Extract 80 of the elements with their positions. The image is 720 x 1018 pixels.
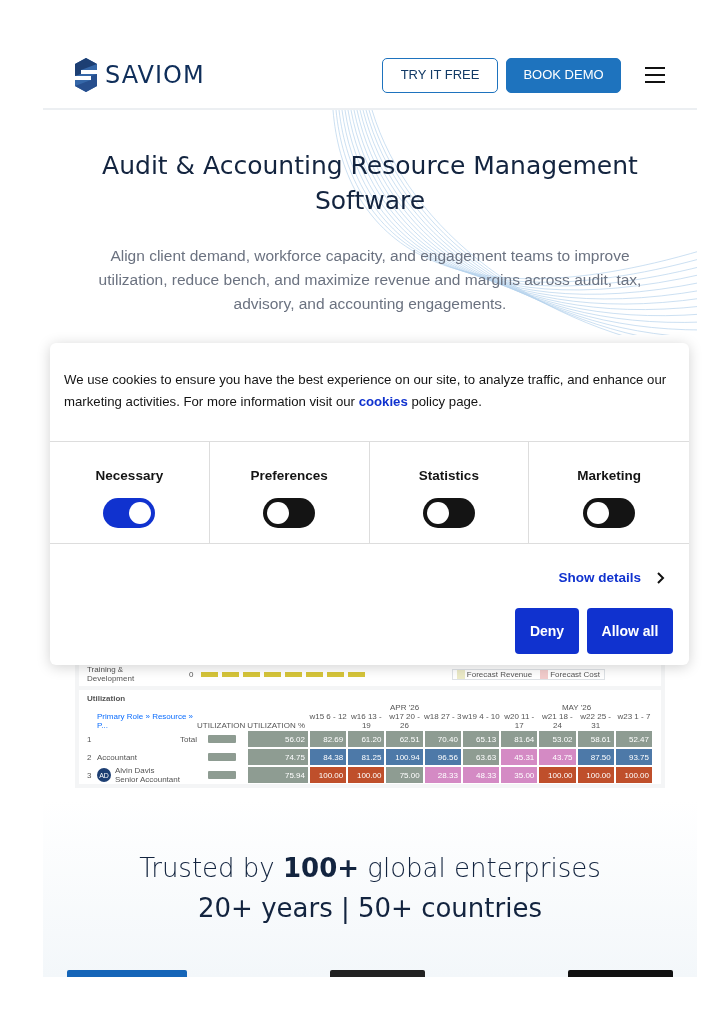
week-header: w19 4 - 10 — [461, 712, 501, 723]
category-label: Necessary — [94, 467, 165, 485]
week-header: w15 6 - 12 — [309, 712, 348, 723]
utilization-cell: 100.94 — [385, 748, 424, 766]
grouping-dropdown[interactable]: Primary Role » Resource » P... — [97, 712, 197, 730]
week-header: w21 18 - 24 — [541, 712, 574, 730]
utilization-cell: 87.50 — [576, 748, 615, 766]
page-title: Audit & Accounting Resource Management Software — [101, 150, 639, 217]
utilization-cell: 70.40 — [423, 730, 462, 748]
category-label: Statistics — [417, 467, 480, 485]
utilization-cell: 100.00 — [538, 766, 577, 784]
utilization-cell: 93.75 — [614, 748, 653, 766]
toggle-switch[interactable] — [422, 498, 475, 529]
utilization-percent-cell: 74.75 — [247, 748, 309, 766]
utilization-cell: 35.00 — [500, 766, 539, 784]
category-label: Marketing — [576, 467, 642, 485]
toggle-switch[interactable] — [583, 498, 636, 529]
show-details-link[interactable]: Show details — [558, 568, 641, 589]
utilization-percent-cell: 56.02 — [247, 730, 309, 748]
resource-name: Alvin Davis — [115, 766, 156, 775]
category-label: Preferences — [249, 467, 329, 485]
utilization-cell: 81.64 — [500, 730, 539, 748]
menu-icon[interactable] — [645, 67, 665, 83]
week-header: w20 11 - 17 — [503, 712, 536, 730]
utilization-bar — [208, 771, 236, 779]
hero-description: Align client demand, workforce capacity, and engagement teams to improve utilization, reduce bench, and maximize revenue and margins across audit, tax, advisory, and accounting engagements. — [97, 246, 643, 314]
axis-value: 0 — [189, 669, 194, 679]
utilization-cell: 61.20 — [347, 730, 386, 748]
utilization-cell: 81.25 — [347, 748, 386, 766]
cookie-message: We use cookies to ensure you have the best experience on our site, to analyze traffic, and enhance our marketing activities. For more information visit our cookies policy page. — [63, 371, 668, 411]
trust-stats: 20+ years | 50+ countries — [197, 892, 543, 926]
category-label: Training & Development — [87, 665, 136, 683]
utilization-cell: 75.00 — [385, 766, 424, 784]
book-demo-button[interactable]: BOOK DEMO — [506, 57, 621, 93]
logo-icon[interactable] — [75, 58, 97, 92]
utilization-cell: 65.13 — [461, 730, 501, 748]
utilization-cell: 100.00 — [309, 766, 348, 784]
toggle-switch[interactable] — [103, 498, 156, 529]
trust-headline: Trusted by 100+ global enterprises — [138, 852, 602, 885]
row-label: Accountant — [97, 752, 138, 762]
logo-text[interactable]: SAVIOM — [105, 57, 205, 93]
try-free-button[interactable]: TRY IT FREE — [382, 57, 498, 93]
row-number: 2 — [87, 752, 93, 762]
utilization-cell: 100.00 — [347, 766, 386, 784]
row-label: Total — [180, 734, 197, 744]
week-header: w17 20 - 26 — [388, 712, 421, 730]
utilization-percent-cell: 75.94 — [247, 766, 309, 784]
utilization-cell: 82.69 — [309, 730, 348, 748]
utilization-cell: 100.00 — [614, 766, 653, 784]
utilization-cell: 28.33 — [423, 766, 462, 784]
section-title: Utilization — [86, 693, 127, 703]
chevron-right-icon[interactable] — [657, 572, 665, 585]
week-header: w22 25 - 31 — [579, 712, 612, 730]
column-header: UTILIZATION % — [247, 721, 306, 730]
utilization-cell: 48.33 — [461, 766, 501, 784]
row-number: 1 — [87, 734, 93, 744]
month-header: APR '26 — [389, 703, 421, 712]
cookies-link[interactable]: cookies — [358, 394, 408, 409]
utilization-cell: 53.02 — [538, 730, 577, 748]
utilization-cell: 63.63 — [461, 748, 501, 766]
week-header: w18 27 - 3 — [423, 712, 462, 723]
utilization-bar — [208, 735, 236, 743]
month-header: MAY '26 — [560, 703, 593, 712]
utilization-cell: 58.61 — [576, 730, 615, 748]
deny-button[interactable]: Deny — [515, 608, 579, 655]
allow-all-button[interactable]: Allow all — [587, 608, 673, 655]
utilization-cell: 62.51 — [385, 730, 424, 748]
week-header: w23 1 - 7 — [616, 712, 652, 723]
utilization-cell: 96.56 — [423, 748, 462, 766]
week-header: w16 13 - 19 — [350, 712, 383, 730]
utilization-cell: 45.31 — [500, 748, 539, 766]
resource-role: Senior Accountant — [115, 775, 180, 784]
toggle-switch[interactable] — [263, 498, 316, 529]
utilization-cell: 100.00 — [576, 766, 615, 784]
utilization-cell: 84.38 — [309, 748, 348, 766]
column-header: UTILIZATION — [197, 721, 247, 730]
row-number: 3 — [87, 770, 93, 780]
utilization-cell: 52.47 — [614, 730, 653, 748]
utilization-cell: 43.75 — [538, 748, 577, 766]
utilization-bar — [208, 753, 236, 761]
